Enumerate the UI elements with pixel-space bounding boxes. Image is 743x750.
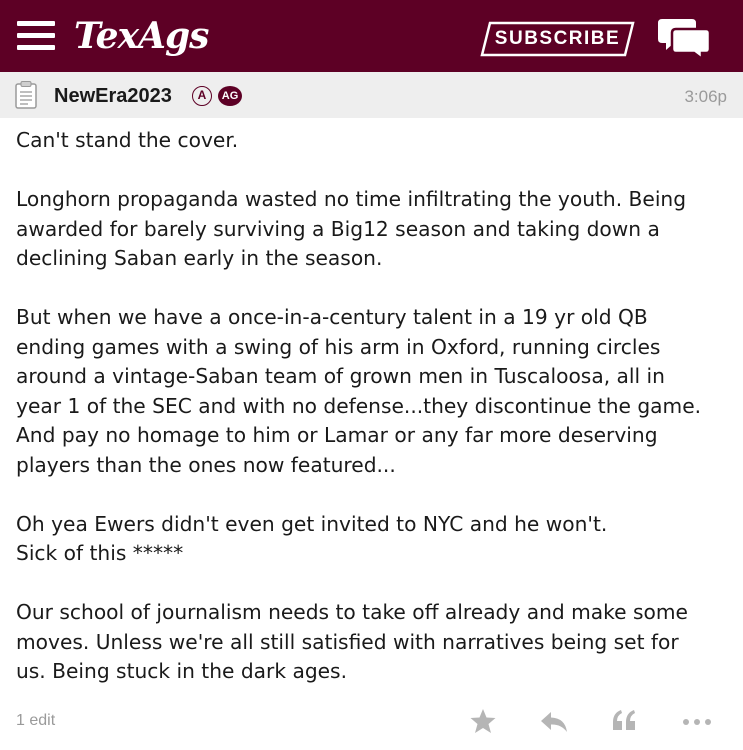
post-line: players than the ones now featured... — [16, 452, 396, 477]
badge-ag: AG — [218, 86, 242, 106]
post-line: ending games with a swing of his arm in … — [16, 334, 661, 359]
post-paragraph: Longhorn propaganda wasted no time infil… — [16, 185, 731, 274]
reply-icon[interactable] — [539, 706, 569, 736]
post-line: Longhorn propaganda wasted no time infil… — [16, 187, 687, 211]
more-options-icon[interactable] — [681, 706, 713, 736]
star-icon[interactable] — [469, 706, 497, 736]
quote-icon[interactable] — [611, 706, 637, 736]
badge-a: A — [192, 86, 212, 106]
post-line: But when we have a once-in-a-century tal… — [16, 305, 648, 329]
post-timestamp: 3:06p — [684, 87, 727, 106]
edit-count-link[interactable]: 1 edit — [16, 710, 55, 732]
top-navigation-bar: TexAgs SUBSCRIBE — [0, 0, 743, 72]
post-line: awarded for barely surviving a Big12 sea… — [16, 216, 660, 241]
post-paragraph: But when we have a once-in-a-century tal… — [16, 303, 731, 480]
post-line: And pay no homage to him or Lamar or any… — [16, 423, 658, 447]
post-line: us. Being stuck in the dark ages. — [16, 659, 347, 683]
post-footer: 1 edit — [0, 700, 743, 742]
post-line: moves. Unless we're all still satisfied … — [16, 629, 679, 654]
hamburger-menu-icon[interactable] — [17, 21, 55, 51]
post-line: Oh yea Ewers didn't even get invited to … — [16, 511, 608, 536]
post-paragraph: Our school of journalism needs to take o… — [16, 598, 731, 687]
post-line: Our school of journalism needs to take o… — [16, 600, 688, 624]
post-line: declining Saban early in the season. — [16, 246, 383, 270]
post-line: Can't stand the cover. — [16, 128, 239, 152]
post-paragraph: Oh yea Ewers didn't even get invited to … — [16, 510, 731, 569]
post-line: around a vintage-Saban team of grown men… — [16, 364, 665, 388]
document-icon — [15, 81, 37, 109]
post-line: year 1 of the SEC and with no defense...… — [16, 393, 702, 418]
post-author[interactable]: NewEra2023 — [54, 83, 172, 109]
chat-bubbles-icon[interactable] — [658, 17, 712, 62]
post-header: NewEra2023 A AG 3:06p — [0, 72, 743, 118]
post-paragraph: Can't stand the cover. — [16, 126, 731, 156]
post-body: Can't stand the cover. Longhorn propagan… — [16, 126, 731, 687]
post-line: Sick of this ***** — [16, 541, 184, 565]
subscribe-button[interactable]: SUBSCRIBE — [480, 21, 635, 57]
site-logo[interactable]: TexAgs — [74, 14, 209, 58]
subscribe-label: SUBSCRIBE — [494, 28, 621, 49]
